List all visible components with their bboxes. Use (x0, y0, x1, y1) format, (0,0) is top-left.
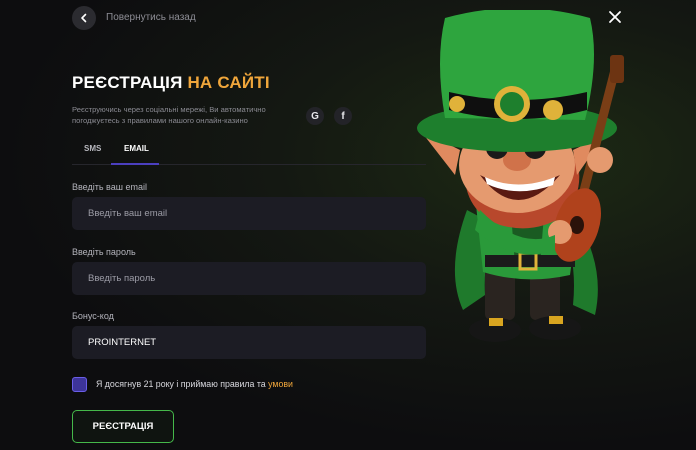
password-label: Введіть пароль (72, 247, 136, 257)
facebook-login-button[interactable]: f (334, 107, 352, 125)
facebook-icon: f (341, 110, 345, 122)
bonus-code-label: Бонус-код (72, 311, 114, 321)
age-agreement-checkbox[interactable] (72, 377, 87, 392)
agreement-label: Я досягнув 21 року і приймаю правила та (96, 379, 266, 389)
agreement-text: Я досягнув 21 року і приймаю правила та … (96, 379, 293, 389)
auth-method-tabs: SMS EMAIL (72, 138, 426, 165)
back-link[interactable]: Повернутись назад (106, 12, 196, 23)
register-button[interactable]: РЕЄСТРАЦІЯ (72, 410, 174, 443)
password-field[interactable] (72, 262, 426, 295)
title-main: РЕЄСТРАЦІЯ (72, 73, 183, 92)
email-label: Введіть ваш email (72, 182, 147, 192)
google-icon: G (311, 110, 319, 122)
back-button[interactable] (72, 6, 96, 30)
tab-sms[interactable]: SMS (84, 144, 101, 153)
bonus-code-field[interactable] (72, 326, 426, 359)
page-title: РЕЄСТРАЦІЯ НА САЙТІ (72, 73, 270, 93)
google-login-button[interactable]: G (306, 107, 324, 125)
tab-email[interactable]: EMAIL (124, 144, 149, 153)
social-login-notice: Реєструючись через соціальні мережі, Ви … (72, 105, 266, 125)
terms-link[interactable]: умови (268, 379, 293, 389)
email-field[interactable] (72, 197, 426, 230)
title-accent: НА САЙТІ (187, 73, 270, 92)
active-tab-indicator (111, 163, 159, 165)
chevron-left-icon (81, 13, 87, 23)
leprechaun-mascot-image (417, 10, 624, 342)
